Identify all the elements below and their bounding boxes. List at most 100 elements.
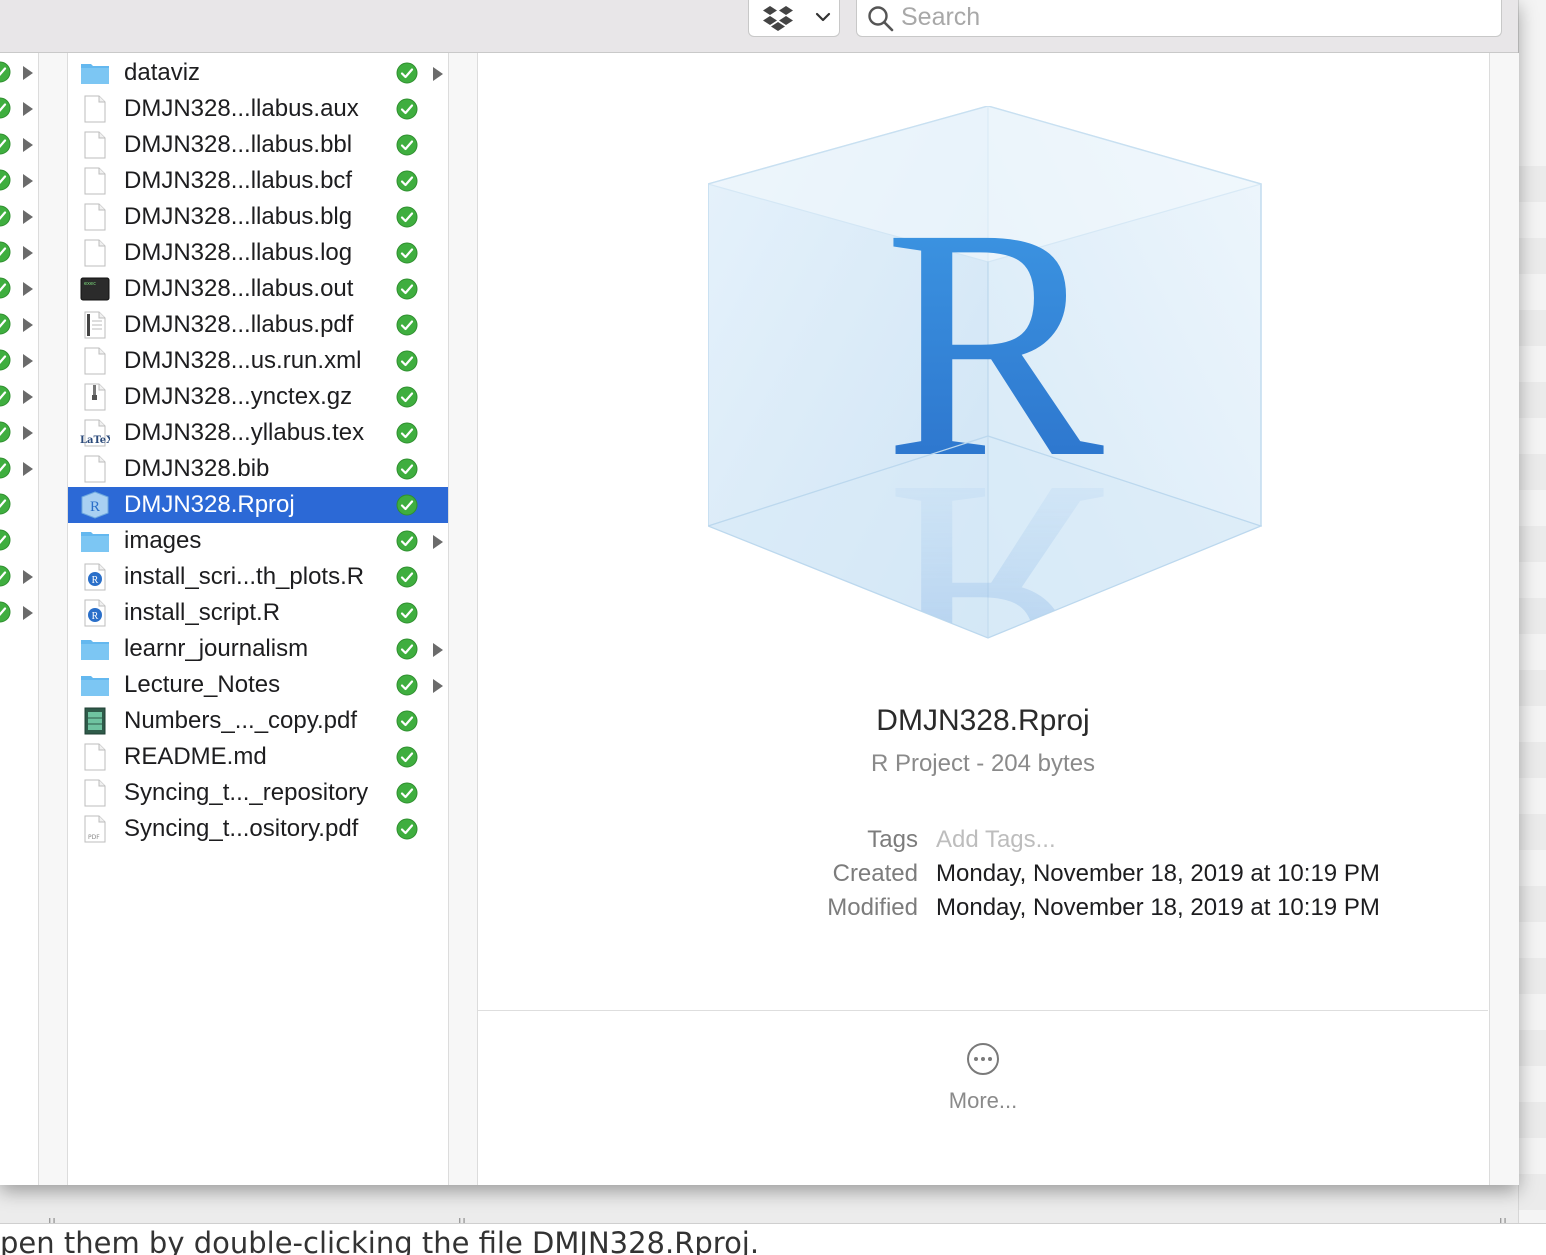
- file-row[interactable]: DMJN328...us.run.xml: [68, 343, 448, 379]
- sync-status: [396, 170, 418, 197]
- parent-column-row[interactable]: [0, 414, 38, 450]
- synced-checkmark-icon: [0, 277, 11, 299]
- file-name: dataviz: [124, 59, 201, 86]
- synced-checkmark-icon: [396, 278, 418, 300]
- latex-icon: LaTeX: [80, 419, 114, 447]
- file-row[interactable]: LaTeX DMJN328...yllabus.tex: [68, 415, 448, 451]
- synced-checkmark-icon: [396, 674, 418, 696]
- parent-column-row[interactable]: [0, 270, 38, 306]
- synced-checkmark-icon: [396, 206, 418, 228]
- file-name: Lecture_Notes: [124, 671, 281, 698]
- parent-column-row[interactable]: [0, 594, 38, 630]
- sync-status: [396, 746, 418, 773]
- synced-checkmark-icon: [396, 494, 418, 516]
- file-row[interactable]: Syncing_t..._repository: [68, 775, 448, 811]
- document-text: pen them by double-clicking the file DMJ…: [0, 1226, 760, 1255]
- folder-icon: [81, 64, 109, 84]
- parent-column[interactable]: [0, 53, 39, 1185]
- sync-status: [396, 602, 418, 629]
- svg-text:exec: exec: [84, 281, 96, 287]
- file-row[interactable]: Numbers_..._copy.pdf: [68, 703, 448, 739]
- synced-checkmark-icon: [0, 205, 11, 227]
- created-label: Created: [832, 860, 918, 887]
- column-divider[interactable]: ||: [39, 53, 68, 1234]
- file-name: DMJN328...llabus.out: [124, 275, 354, 302]
- tags-label: Tags: [867, 826, 918, 853]
- disclosure-arrow-icon: [23, 318, 33, 332]
- parent-column-row[interactable]: [0, 342, 38, 378]
- file-row[interactable]: Rinstall_script.R: [68, 595, 448, 631]
- sync-status: [396, 638, 418, 665]
- file-row[interactable]: exec DMJN328...llabus.out: [68, 271, 448, 307]
- synced-checkmark-icon: [396, 566, 418, 588]
- document-icon: [80, 455, 110, 483]
- file-row[interactable]: DMJN328...llabus.blg: [68, 199, 448, 235]
- file-list-column[interactable]: dataviz DMJN328...llabus.aux DMJN328...lla…: [68, 53, 449, 1185]
- file-row[interactable]: PDF Syncing_t...ository.pdf: [68, 811, 448, 847]
- parent-column-row[interactable]: [0, 450, 38, 486]
- document-icon: [80, 239, 110, 267]
- parent-column-row[interactable]: [0, 486, 38, 522]
- finder-window: || dataviz DMJN328...llabus.aux DMJN328...…: [0, 0, 1519, 1234]
- parent-column-row[interactable]: [0, 378, 38, 414]
- more-button[interactable]: More...: [930, 1040, 1036, 1120]
- file-row[interactable]: DMJN328...llabus.pdf: [68, 307, 448, 343]
- file-name: DMJN328...llabus.bbl: [124, 131, 353, 158]
- folder-row[interactable]: images: [68, 523, 448, 559]
- sync-status: [396, 530, 418, 557]
- file-row[interactable]: DMJN328...llabus.bbl: [68, 127, 448, 163]
- sync-status: [396, 350, 418, 377]
- pdf-icon: PDF: [84, 815, 106, 843]
- background-row: [1519, 1174, 1546, 1210]
- sync-status: [396, 494, 418, 521]
- dropbox-menu-button[interactable]: [748, 0, 840, 37]
- file-row[interactable]: README.md: [68, 739, 448, 775]
- disclosure-arrow[interactable]: [432, 535, 444, 554]
- disclosure-arrow[interactable]: [432, 67, 444, 86]
- search-input[interactable]: [901, 2, 1481, 32]
- file-row[interactable]: DMJN328.bib: [68, 451, 448, 487]
- disclosure-arrow[interactable]: [432, 643, 444, 662]
- parent-column-row[interactable]: [0, 558, 38, 594]
- folder-row[interactable]: learnr_journalism: [68, 631, 448, 667]
- parent-column-row[interactable]: [0, 126, 38, 162]
- synced-checkmark-icon: [396, 98, 418, 120]
- latex-icon: LaTeX: [80, 419, 114, 447]
- folder-row[interactable]: Lecture_Notes: [68, 667, 448, 703]
- background-window: [1518, 0, 1546, 1254]
- ellipsis-circle-icon: [967, 1043, 999, 1075]
- parent-column-row[interactable]: [0, 162, 38, 198]
- add-tags-field[interactable]: Add Tags...: [936, 826, 1056, 854]
- column-divider[interactable]: ||: [449, 53, 478, 1234]
- parent-column-row[interactable]: [0, 54, 38, 90]
- file-name: DMJN328...llabus.aux: [124, 95, 359, 122]
- parent-column-row[interactable]: [0, 306, 38, 342]
- terminal-icon: exec: [80, 275, 110, 303]
- file-row[interactable]: R DMJN328.Rproj: [68, 487, 448, 523]
- synced-checkmark-icon: [0, 133, 11, 155]
- folder-row[interactable]: dataviz: [68, 55, 448, 91]
- file-name: Numbers_..._copy.pdf: [124, 707, 358, 734]
- sync-status: [396, 674, 418, 701]
- synced-checkmark-icon: [396, 602, 418, 624]
- parent-column-row[interactable]: [0, 234, 38, 270]
- disclosure-arrow-icon: [433, 535, 443, 549]
- parent-column-row[interactable]: [0, 198, 38, 234]
- document-icon: [80, 167, 110, 195]
- column-divider[interactable]: ||: [1489, 53, 1519, 1234]
- file-row[interactable]: DMJN328...llabus.aux: [68, 91, 448, 127]
- parent-column-row[interactable]: [0, 90, 38, 126]
- document-icon: [84, 779, 106, 807]
- document-icon: [84, 131, 106, 159]
- parent-column-row[interactable]: [0, 522, 38, 558]
- sync-status: [396, 458, 418, 485]
- sync-status: [396, 566, 418, 593]
- disclosure-arrow[interactable]: [432, 679, 444, 698]
- file-row[interactable]: Rinstall_scri...th_plots.R: [68, 559, 448, 595]
- preview-divider: [478, 1010, 1488, 1011]
- file-row[interactable]: DMJN328...llabus.bcf: [68, 163, 448, 199]
- search-field[interactable]: [856, 0, 1502, 37]
- file-row[interactable]: DMJN328...ynctex.gz: [68, 379, 448, 415]
- file-row[interactable]: DMJN328...llabus.log: [68, 235, 448, 271]
- sync-status: [396, 710, 418, 737]
